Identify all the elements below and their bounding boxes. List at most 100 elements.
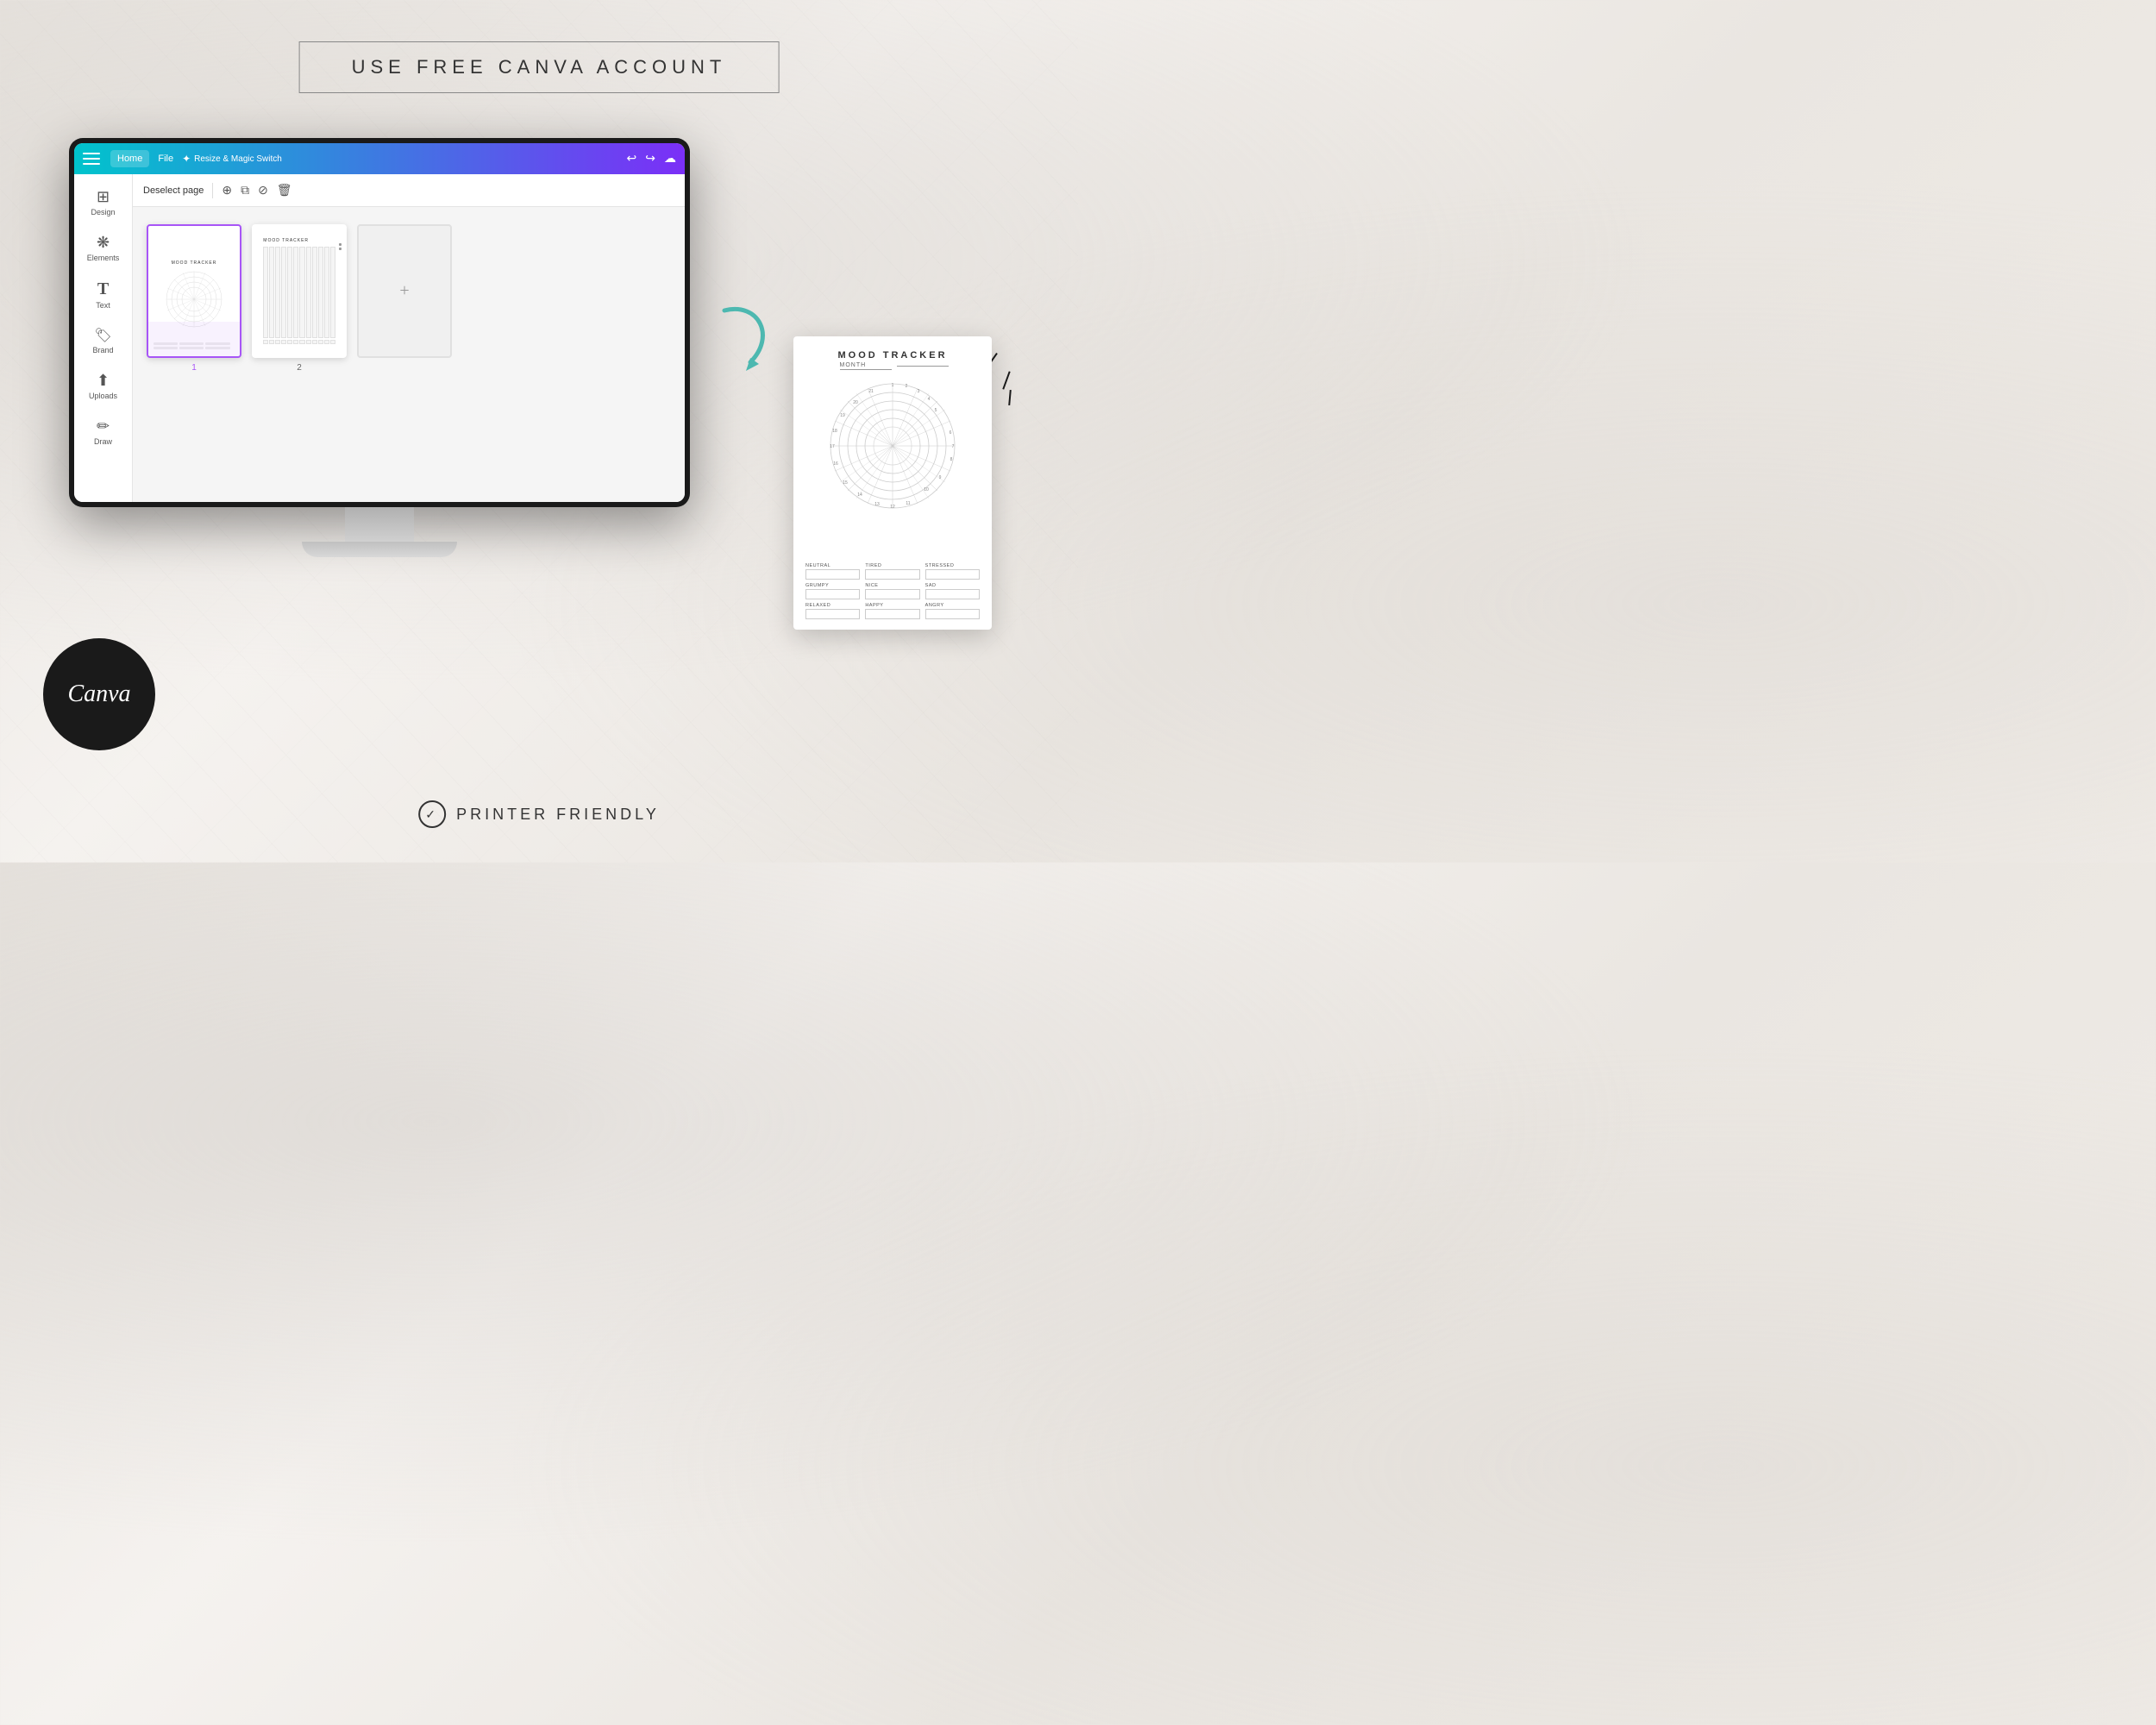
legend-sad: SAD [925, 583, 980, 599]
sidebar-item-elements[interactable]: ❋ Elements [78, 227, 129, 269]
draw-icon: ✏ [97, 417, 110, 436]
legend-angry-label: ANGRY [925, 603, 980, 608]
page-thumb-1[interactable]: MOOD TRACKER [147, 224, 241, 373]
page-num-1: 1 [191, 363, 197, 373]
paper-month-line [897, 365, 949, 367]
design-icon: ⊞ [97, 188, 110, 206]
legend-relaxed: RELAXED [805, 603, 860, 619]
check-icon: ✓ [418, 800, 446, 828]
stand-base [302, 542, 457, 557]
stand-neck [345, 507, 414, 542]
legend-grumpy-label: GRUMPY [805, 583, 860, 588]
page1-highlight-bg [148, 322, 240, 356]
legend-relaxed-label: RELAXED [805, 603, 860, 608]
deselect-page-btn[interactable]: Deselect page [143, 185, 204, 196]
page-thumb-2[interactable]: MOOD TRACKER [252, 224, 347, 373]
svg-text:6: 6 [950, 430, 952, 436]
text-icon: T [97, 279, 109, 299]
add-page-btn[interactable]: + [357, 224, 452, 358]
svg-text:16: 16 [833, 461, 838, 467]
monitor-stand [69, 507, 690, 557]
arrow-svg [707, 293, 793, 380]
legend-nice-label: NICE [865, 583, 919, 588]
mood-paper: MOOD TRACKER MONTH [793, 336, 992, 630]
monitor-wrapper: Home File ✦ Resize & Magic Switch ↩ ↪ ☁ [69, 138, 690, 557]
canva-sidebar: ⊞ Design ❋ Elements T Text 🏷 [74, 174, 133, 502]
page-thumb-inner-1: MOOD TRACKER [147, 224, 241, 358]
sparkle-2 [1002, 371, 1010, 389]
sidebar-item-draw[interactable]: ✏ Draw [78, 411, 129, 453]
canva-main: ⊞ Design ❋ Elements T Text 🏷 [74, 174, 685, 502]
canva-logo-text: Canva [67, 681, 130, 708]
sidebar-label-draw: Draw [94, 437, 112, 446]
sidebar-label-design: Design [91, 208, 115, 216]
paper-legend: NEUTRAL TIRED STRESSED GRUMPY NICE SAD [805, 563, 980, 619]
sidebar-label-brand: Brand [92, 346, 113, 354]
canva-logo: Canva [43, 638, 155, 750]
arrow-wrapper [707, 293, 793, 380]
sidebar-item-text[interactable]: T Text [78, 273, 129, 317]
legend-grumpy: GRUMPY [805, 583, 860, 599]
svg-text:1: 1 [892, 383, 894, 388]
magic-star-icon: ✦ [182, 153, 191, 165]
sidebar-item-design[interactable]: ⊞ Design [78, 181, 129, 223]
hide-page-icon[interactable]: ⊘ [258, 183, 268, 198]
page2-content: MOOD TRACKER [258, 233, 340, 350]
topbar-actions: ↩ ↪ ☁ [627, 152, 676, 166]
svg-text:11: 11 [906, 501, 910, 506]
legend-stressed-box [925, 569, 980, 580]
topbar-nav: Home File ✦ Resize & Magic Switch [110, 150, 282, 167]
top-banner-text: USE FREE CANVA ACCOUNT [352, 56, 727, 78]
svg-text:9: 9 [939, 475, 942, 480]
brand-icon: 🏷 [94, 327, 111, 344]
monitor-screen: Home File ✦ Resize & Magic Switch ↩ ↪ ☁ [69, 138, 690, 507]
canva-topbar: Home File ✦ Resize & Magic Switch ↩ ↪ ☁ [74, 143, 685, 174]
paper-circle-svg: 1 2 3 4 5 6 7 8 9 10 11 12 13 14 15 16 1… [824, 377, 962, 515]
svg-text:5: 5 [935, 408, 937, 413]
bottom-section: ✓ PRINTER FRIENDLY [418, 800, 660, 828]
monitor-inner: Home File ✦ Resize & Magic Switch ↩ ↪ ☁ [74, 143, 685, 502]
delete-page-icon[interactable]: 🗑 [277, 183, 292, 198]
nav-home[interactable]: Home [110, 150, 149, 167]
redo-icon[interactable]: ↪ [645, 152, 655, 166]
svg-text:10: 10 [924, 487, 929, 492]
legend-relaxed-box [805, 609, 860, 619]
nav-file[interactable]: File [151, 150, 180, 167]
legend-happy: HAPPY [865, 603, 919, 619]
cloud-icon[interactable]: ☁ [664, 152, 676, 166]
sidebar-item-uploads[interactable]: ⬆ Uploads [78, 365, 129, 407]
copy-page-icon[interactable]: ⧉ [241, 183, 249, 198]
svg-text:18: 18 [832, 429, 837, 434]
svg-text:17: 17 [830, 444, 835, 449]
undo-icon[interactable]: ↩ [627, 152, 637, 166]
nav-magic[interactable]: ✦ Resize & Magic Switch [182, 153, 282, 165]
sidebar-label-uploads: Uploads [89, 392, 117, 400]
legend-neutral: NEUTRAL [805, 563, 860, 580]
paper-month: MONTH [837, 362, 950, 370]
legend-tired-label: TIRED [865, 563, 919, 568]
legend-happy-box [865, 609, 919, 619]
svg-text:21: 21 [868, 389, 874, 394]
legend-sad-box [925, 589, 980, 599]
sidebar-item-brand[interactable]: 🏷 Brand [78, 320, 129, 361]
canva-toolbar: Deselect page ⊕ ⧉ ⊘ 🗑 [133, 174, 685, 207]
svg-text:14: 14 [857, 492, 862, 498]
svg-text:19: 19 [840, 413, 845, 418]
page2-title: MOOD TRACKER [263, 238, 335, 243]
add-page-plus-icon: + [399, 281, 409, 301]
legend-happy-label: HAPPY [865, 603, 919, 608]
svg-text:12: 12 [890, 505, 895, 510]
legend-neutral-label: NEUTRAL [805, 563, 860, 568]
bottom-text-label: PRINTER FRIENDLY [456, 806, 660, 824]
svg-text:20: 20 [853, 400, 858, 405]
add-page-icon[interactable]: ⊕ [222, 183, 232, 198]
svg-text:8: 8 [950, 457, 953, 462]
hamburger-menu[interactable] [83, 153, 100, 165]
page-num-2: 2 [297, 363, 302, 373]
sidebar-label-text: Text [96, 301, 110, 310]
svg-text:13: 13 [874, 502, 880, 507]
page1-title: MOOD TRACKER [172, 260, 217, 266]
uploads-icon: ⬆ [97, 372, 110, 390]
legend-neutral-box [805, 569, 860, 580]
legend-nice: NICE [865, 583, 919, 599]
